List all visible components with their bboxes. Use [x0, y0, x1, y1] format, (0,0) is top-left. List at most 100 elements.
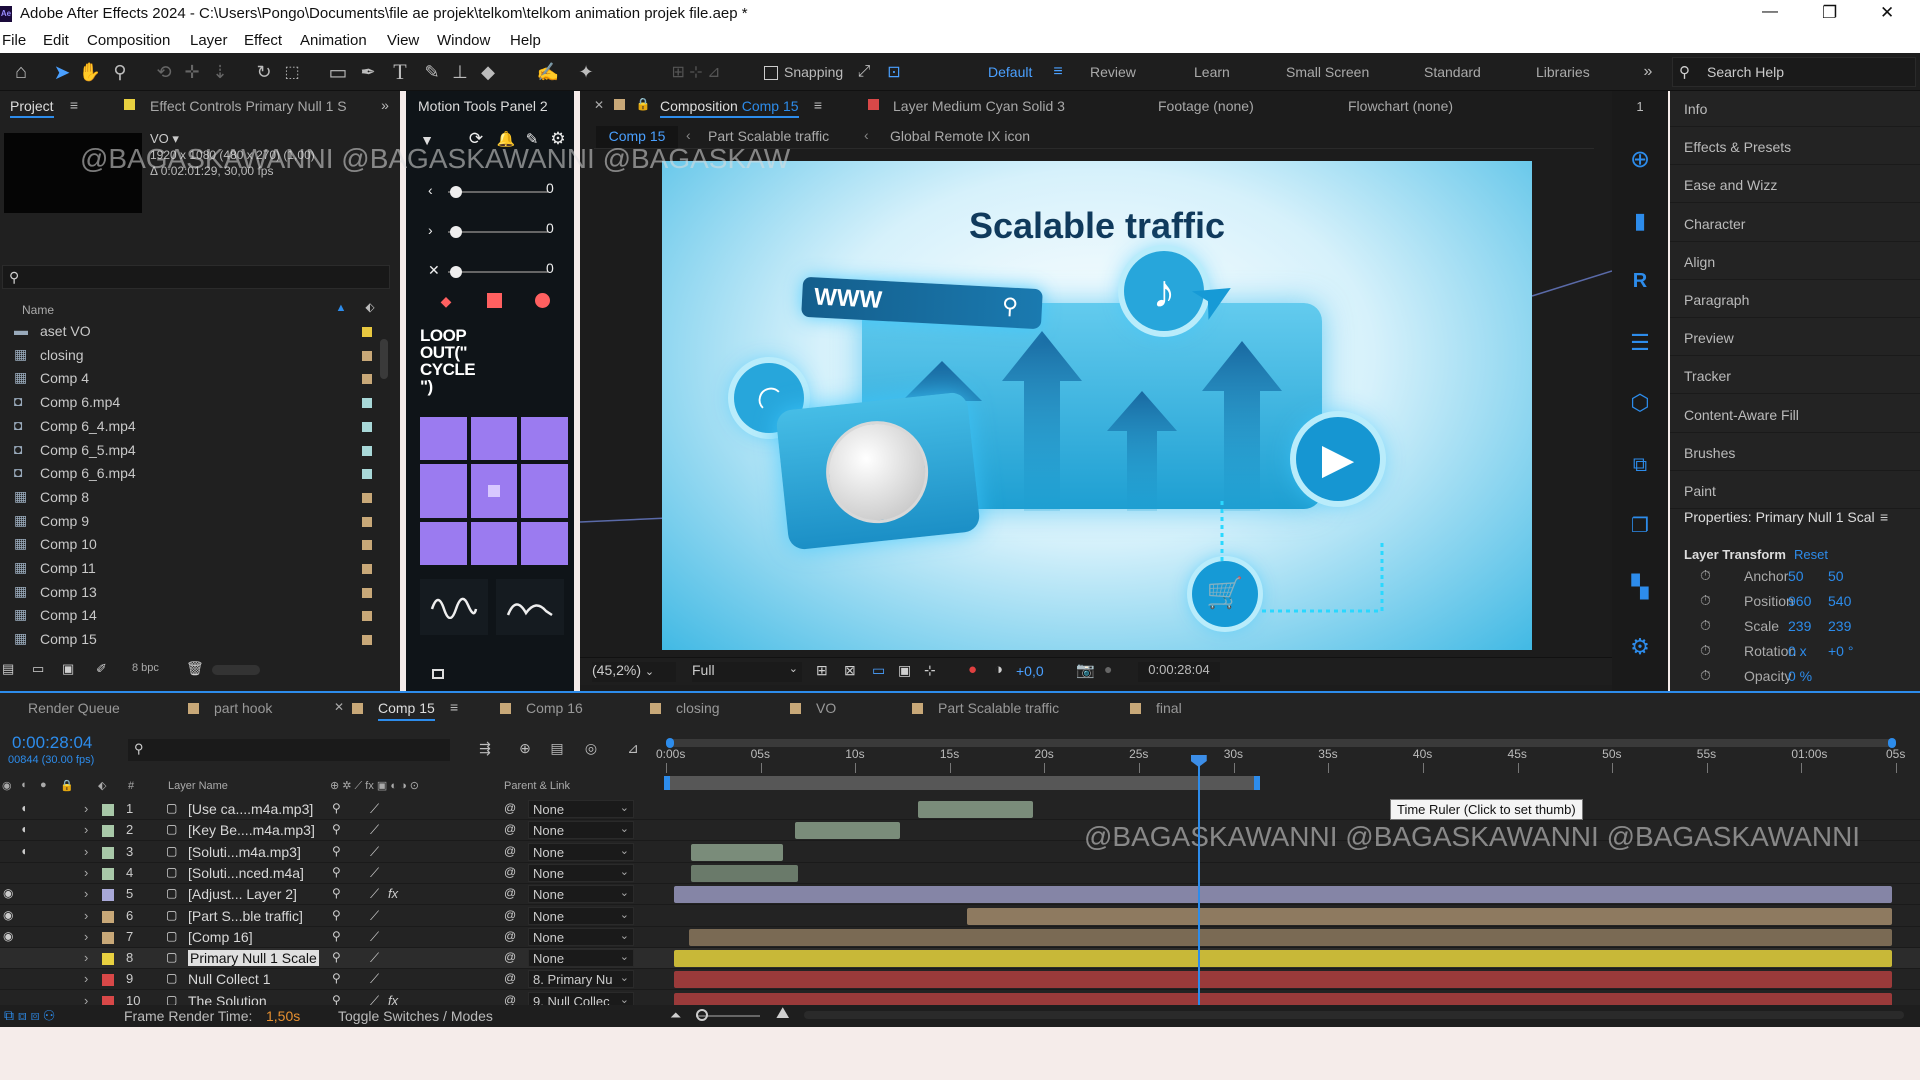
layer-label-color[interactable] [102, 953, 114, 966]
timeline-tab[interactable]: Part Scalable traffic [938, 700, 1059, 716]
label-color-swatch[interactable] [362, 445, 372, 456]
add-circle-icon[interactable]: ⊕ [1626, 145, 1654, 173]
project-item[interactable]: ◘ Comp 6_4.mp4 [0, 415, 380, 438]
timeline-tab[interactable]: Comp 16 [526, 700, 583, 716]
label-color-swatch[interactable] [362, 564, 372, 574]
pen-tool-icon[interactable]: ✒ [356, 59, 380, 85]
expand-chevron-icon[interactable]: › [84, 801, 88, 816]
anchor-grid[interactable] [420, 417, 568, 565]
effect-controls-tab[interactable]: Effect Controls Primary Null 1 S [150, 98, 347, 114]
layer-name-header[interactable]: Layer Name [168, 780, 228, 792]
property-value-2[interactable]: 540 [1828, 593, 1851, 609]
copy-icon[interactable]: ❐ [1626, 511, 1654, 539]
anchor-top[interactable] [470, 417, 518, 460]
layer-duration-bar[interactable] [674, 886, 1892, 904]
layer-duration-bar[interactable] [691, 864, 799, 882]
expand-icons[interactable]: ⧉ ⧈ ⧇ ⚇ [4, 1007, 55, 1024]
layer-row[interactable]: ◖ › 1 ▢ [Use ca....m4a.mp3] ⚲ ⟋ @ None ⌄ [0, 799, 1920, 820]
label-color-swatch[interactable] [362, 635, 372, 646]
panel-entry[interactable]: Effects & Presets [1670, 129, 1920, 166]
graph-editor-icon[interactable]: ⊿ [622, 737, 644, 759]
menu-window[interactable]: Window [437, 32, 490, 49]
project-item[interactable]: ▬ aset VO [0, 320, 380, 343]
layer-name[interactable]: [Use ca....m4a.mp3] [188, 801, 313, 817]
layer-name[interactable]: [Part S...ble traffic] [188, 908, 303, 924]
bpc-badge[interactable]: 8 bpc [132, 662, 159, 674]
layer-label-color[interactable] [102, 867, 114, 880]
project-menu-icon[interactable]: ≡ [66, 96, 82, 114]
fx-switch-icon[interactable]: fx [388, 993, 398, 1005]
parent-pickwhip-icon[interactable]: @ [504, 844, 516, 858]
property-value-2[interactable]: +0 ° [1828, 643, 1853, 659]
home-icon[interactable]: ⌂ [8, 59, 34, 85]
visibility-eye-icon[interactable]: ◉ [3, 886, 13, 900]
layer-name[interactable]: [Adjust... Layer 2] [188, 886, 297, 902]
stopwatch-icon[interactable]: ⏱ [1700, 592, 1711, 609]
loop-out-cycle-button[interactable]: LOOP OUT(" CYCLE ") [420, 327, 476, 395]
panel-entry[interactable]: Paint [1670, 473, 1920, 509]
comp-menu-icon[interactable]: ≡ [810, 96, 826, 114]
maximize-button[interactable]: ❐ [1822, 3, 1837, 23]
layer-row[interactable]: ◉ › 7 ▢ [Comp 16] ⚲ ⟋ @ None ⌄ [0, 927, 1920, 948]
audio-speaker-icon[interactable]: ◖ [20, 801, 27, 815]
parent-dropdown[interactable]: None ⌄ [528, 821, 634, 840]
layer-duration-bar[interactable] [918, 801, 1033, 818]
property-value-1[interactable]: 239 [1788, 618, 1811, 634]
label-color-swatch[interactable] [362, 350, 372, 361]
anchor-bottom-left[interactable] [420, 522, 467, 565]
quality-switch-icon[interactable]: ⟋ [370, 993, 379, 1005]
label-color-swatch[interactable] [362, 587, 372, 598]
layer-duration-bar[interactable] [674, 950, 1892, 968]
panel-entry[interactable]: Align [1670, 244, 1920, 280]
comp-close-icon[interactable]: ✕ [594, 98, 604, 112]
project-item[interactable]: ▦ closing [0, 344, 380, 367]
shy-switch-icon[interactable]: ⚲ [332, 865, 341, 879]
footage-viewer-tab[interactable]: Footage (none) [1158, 98, 1254, 114]
search-help-input[interactable]: Search Help [1707, 64, 1784, 80]
rotate-tool-icon[interactable]: ↻ [252, 59, 276, 85]
snapshot-camera-icon[interactable]: 📷 [1076, 661, 1095, 679]
parent-pickwhip-icon[interactable]: @ [504, 801, 516, 815]
anchor-top-right[interactable] [521, 417, 568, 460]
fx-switch-icon[interactable]: fx [388, 886, 398, 901]
transparency-grid-icon[interactable]: ⊠ [844, 662, 856, 679]
shy-switch-icon[interactable]: ⚲ [332, 822, 341, 836]
label-color-swatch[interactable] [362, 540, 372, 551]
list-icon[interactable]: ☰ [1626, 329, 1654, 357]
interpret-footage-icon[interactable]: ▤ [2, 661, 14, 677]
label-color-swatch[interactable] [362, 492, 372, 503]
layer-row[interactable]: ◉ › 6 ▢ [Part S...ble traffic] ⚲ ⟋ @ None ⌄ [0, 906, 1920, 927]
parent-pickwhip-icon[interactable]: @ [504, 950, 516, 964]
layer-name[interactable]: [Comp 16] [188, 929, 253, 945]
quality-switch-icon[interactable]: ⟋ [370, 908, 379, 924]
properties-menu-icon[interactable]: ≡ [1880, 509, 1888, 525]
stopwatch-icon[interactable]: ⏱ [1700, 617, 1711, 634]
mask-visibility-icon[interactable]: ▭ [872, 662, 885, 679]
easing-both-slider[interactable]: ✕ [428, 262, 548, 282]
label-color-swatch[interactable] [362, 327, 372, 337]
visibility-eye-icon[interactable]: ◉ [3, 908, 13, 922]
layout-icon[interactable]: ▚ [1626, 573, 1654, 601]
parent-dropdown[interactable]: None ⌄ [528, 885, 634, 904]
panel-entry[interactable]: Info [1670, 91, 1920, 127]
workspace-learn[interactable]: Learn [1194, 64, 1230, 80]
column-name-header[interactable]: Name [22, 303, 54, 317]
expand-chevron-icon[interactable]: › [84, 865, 88, 880]
workspace-default[interactable]: Default [988, 64, 1032, 80]
menu-help[interactable]: Help [510, 32, 541, 49]
shy-switch-icon[interactable]: ⚲ [332, 844, 341, 858]
resolution-dropdown[interactable]: Full ⌄ [692, 662, 802, 682]
draft-3d-icon[interactable]: ⊕ [514, 737, 536, 759]
zoom-in-icon[interactable]: ⛰ [776, 1005, 789, 1023]
menu-effect[interactable]: Effect [244, 32, 282, 49]
timeline-tab[interactable]: part hook [214, 700, 272, 716]
menu-file[interactable]: File [2, 32, 26, 49]
quality-switch-icon[interactable]: ⟋ [370, 929, 379, 945]
panel-number-icon[interactable]: 1 [1630, 97, 1650, 115]
layer-label-color[interactable] [102, 995, 114, 1005]
layer-label-color[interactable] [102, 889, 114, 902]
composition-flowchart-icon[interactable]: ⇶ [474, 737, 496, 759]
easing-in-slider[interactable]: ‹ [428, 182, 548, 202]
stopwatch-icon[interactable]: ⏱ [1700, 567, 1711, 584]
work-area-range[interactable] [664, 776, 1260, 790]
